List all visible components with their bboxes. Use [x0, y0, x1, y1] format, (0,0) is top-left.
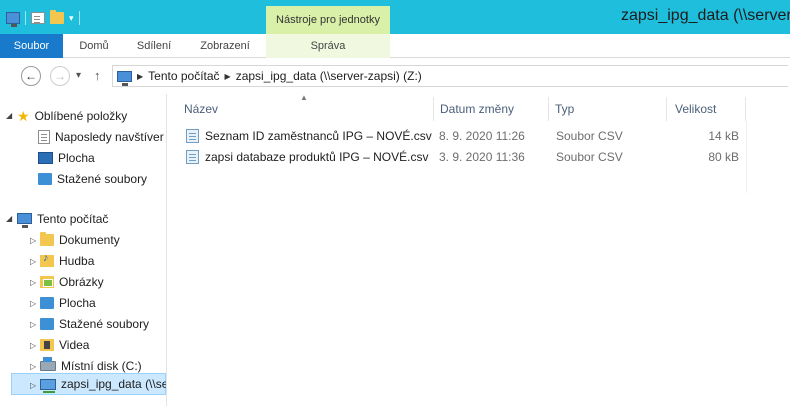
window-title: zapsi_ipg_data (\\server-z — [621, 7, 790, 24]
computer-icon — [117, 70, 132, 86]
qat-separator — [25, 11, 26, 25]
file-modified: 8. 9. 2020 11:26 — [439, 128, 525, 143]
qat-separator — [78, 11, 80, 25]
nav-item-label: Plocha — [59, 295, 96, 310]
videos-icon — [40, 338, 54, 351]
title-bar: ▾ Nástroje pro jednotky zapsi_ipg_data (… — [0, 0, 790, 34]
nav-item-music[interactable]: Hudba — [40, 250, 94, 271]
navigation-pane[interactable]: ◢ ★ Oblíbené položky Naposledy navštíver… — [0, 94, 166, 406]
file-name: zapsi databaze produktů IPG – NOVÉ.csv — [205, 149, 429, 164]
back-button[interactable]: ← — [21, 66, 41, 86]
music-icon — [40, 252, 54, 267]
address-bar[interactable]: ▶ Tento počítač ▶ zapsi_ipg_data (\\serv… — [112, 65, 790, 87]
local-disk-icon — [40, 356, 56, 371]
column-header-size[interactable]: Velikost — [667, 97, 746, 121]
breadcrumb-chevron-icon[interactable]: ▶ — [137, 72, 143, 81]
pane-divider[interactable] — [166, 94, 167, 406]
expand-arrow-icon[interactable]: ▷ — [30, 320, 36, 329]
expand-arrow-icon[interactable]: ▷ — [30, 341, 36, 350]
file-type: Soubor CSV — [556, 149, 623, 164]
pictures-icon — [40, 275, 54, 288]
new-folder-icon[interactable] — [50, 10, 64, 24]
forward-arrow-icon: → — [54, 69, 66, 83]
star-icon: ★ — [17, 107, 30, 124]
recent-places-icon — [38, 129, 50, 144]
expand-arrow-icon[interactable]: ▷ — [30, 257, 36, 266]
nav-item-label: Plocha — [58, 150, 95, 165]
nav-item-label: zapsi_ipg_data (\\ser — [61, 377, 166, 391]
file-size: 14 kB — [708, 128, 739, 143]
qat-dropdown-icon[interactable]: ▾ — [69, 13, 74, 24]
nav-favorites[interactable]: ★ Oblíbené položky — [17, 105, 127, 126]
tab-home[interactable]: Domů — [64, 34, 124, 58]
network-drive-icon — [40, 378, 56, 393]
breadcrumb-computer[interactable]: Tento počítač — [148, 69, 219, 83]
ribbon-tab-bar: Soubor Domů Sdílení Zobrazení Správa — [0, 34, 790, 58]
downloads-icon — [40, 317, 54, 330]
tab-view[interactable]: Zobrazení — [184, 34, 266, 58]
nav-this-pc[interactable]: Tento počítač — [17, 208, 108, 229]
csv-file-icon — [186, 128, 199, 143]
nav-item-label: Naposledy navštíver — [55, 129, 164, 144]
nav-item-downloads[interactable]: Stažené soubory — [40, 313, 149, 334]
nav-item-videos[interactable]: Videa — [40, 334, 89, 355]
nav-item-label: Stažené soubory — [57, 171, 148, 186]
expand-arrow-icon[interactable]: ▷ — [30, 236, 36, 245]
column-header-name[interactable]: Název — [178, 97, 434, 121]
list-divider — [746, 121, 747, 193]
back-arrow-icon: ← — [25, 69, 37, 83]
nav-item-documents[interactable]: Dokumenty — [40, 229, 120, 250]
recent-locations-icon[interactable]: ▾ — [76, 70, 81, 81]
nav-item-desktop[interactable]: Plocha — [40, 292, 96, 313]
file-row[interactable]: Seznam ID zaměstnanců IPG – NOVÉ.csv 8. … — [181, 125, 746, 146]
nav-item-recent[interactable]: Naposledy navštíver — [38, 126, 164, 147]
desktop-icon — [38, 151, 53, 164]
documents-icon — [40, 231, 54, 246]
nav-item-desktop-fav[interactable]: Plocha — [38, 147, 95, 168]
system-menu-icon[interactable] — [6, 12, 20, 27]
file-type: Soubor CSV — [556, 128, 623, 143]
file-name-cell[interactable]: Seznam ID zaměstnanců IPG – NOVÉ.csv — [186, 125, 432, 146]
breadcrumb-drive[interactable]: zapsi_ipg_data (\\server-zapsi) (Z:) — [236, 69, 422, 83]
forward-button[interactable]: → — [50, 66, 70, 86]
nav-item-label: Místní disk (C:) — [61, 358, 142, 373]
expand-arrow-icon[interactable]: ▷ — [30, 278, 36, 287]
file-size: 80 kB — [708, 149, 739, 164]
up-arrow-icon[interactable]: ↑ — [94, 68, 101, 83]
tab-file[interactable]: Soubor — [0, 34, 63, 58]
expand-arrow-icon[interactable]: ▷ — [30, 362, 36, 371]
file-row[interactable]: zapsi databaze produktů IPG – NOVÉ.csv 3… — [181, 146, 746, 167]
csv-file-icon — [186, 149, 199, 164]
collapse-arrow-icon[interactable]: ◢ — [6, 214, 12, 223]
context-tab-group-label: Nástroje pro jednotky — [266, 6, 390, 34]
properties-icon[interactable] — [31, 12, 45, 24]
computer-icon — [17, 213, 32, 228]
nav-item-pictures[interactable]: Obrázky — [40, 271, 104, 292]
column-header-type[interactable]: Typ — [549, 97, 667, 121]
nav-item-downloads-fav[interactable]: Stažené soubory — [38, 168, 147, 189]
breadcrumb-chevron-icon[interactable]: ▶ — [225, 72, 231, 81]
collapse-arrow-icon[interactable]: ◢ — [6, 111, 12, 120]
nav-item-label: Hudba — [59, 253, 95, 268]
file-modified: 3. 9. 2020 11:36 — [439, 149, 525, 164]
downloads-icon — [38, 172, 52, 185]
desktop-folder-icon — [40, 296, 54, 309]
expand-arrow-icon[interactable]: ▷ — [30, 381, 36, 390]
nav-this-pc-label: Tento počítač — [37, 211, 109, 226]
nav-favorites-label: Oblíbené položky — [34, 108, 128, 123]
column-header-date[interactable]: Datum změny — [434, 97, 549, 121]
nav-item-label: Obrázky — [59, 274, 104, 289]
file-name: Seznam ID zaměstnanců IPG – NOVÉ.csv — [205, 128, 432, 143]
file-name-cell[interactable]: zapsi databaze produktů IPG – NOVÉ.csv — [186, 146, 428, 167]
nav-item-label: Dokumenty — [59, 232, 120, 247]
nav-item-label: Stažené soubory — [59, 316, 150, 331]
quick-access-toolbar: ▾ — [6, 9, 80, 27]
nav-item-label: Videa — [59, 337, 90, 352]
tab-share[interactable]: Sdílení — [124, 34, 184, 58]
navigation-bar: ← → ▾ ↑ ▶ Tento počítač ▶ zapsi_ipg_data… — [0, 58, 790, 94]
tab-manage[interactable]: Správa — [266, 34, 390, 58]
expand-arrow-icon[interactable]: ▷ — [30, 299, 36, 308]
